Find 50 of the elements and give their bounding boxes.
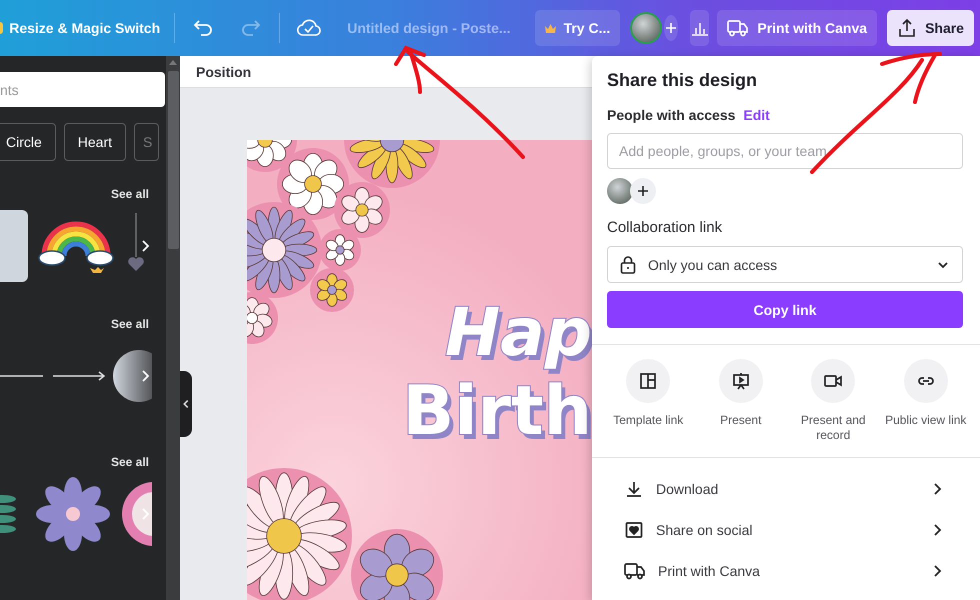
share-action-button[interactable]: Public view link: [880, 359, 972, 443]
filter-chip[interactable]: Heart: [64, 123, 126, 161]
print-button[interactable]: Print with Canva: [717, 10, 878, 46]
people-label: People with access: [607, 107, 736, 123]
truck-icon: [624, 562, 646, 580]
access-dropdown[interactable]: Only you can access: [607, 246, 963, 283]
arrow-line-thumbnail[interactable]: [52, 371, 106, 381]
share-action-button[interactable]: Template link: [602, 359, 694, 443]
copy-link-button[interactable]: Copy link: [607, 291, 963, 328]
presentation-icon: [730, 371, 751, 391]
share-action-button[interactable]: Present and record: [787, 359, 880, 443]
scroll-thumb[interactable]: [168, 71, 178, 249]
lock-icon: [620, 256, 636, 274]
collapse-panel-handle[interactable]: [180, 371, 192, 437]
share-menu-item[interactable]: Print with Canva: [592, 550, 980, 591]
bar-chart-icon: [690, 20, 709, 36]
upload-icon: [897, 18, 918, 38]
scroll-up-icon: [169, 60, 177, 65]
crown-icon: [544, 24, 556, 32]
add-collaborator-button[interactable]: [664, 15, 678, 41]
user-avatar[interactable]: [630, 12, 662, 44]
add-people-button[interactable]: [630, 178, 656, 204]
share-menu-item[interactable]: Share on social: [592, 509, 980, 550]
scrollbar[interactable]: [166, 56, 180, 600]
people-field[interactable]: Add people, groups, or your team: [607, 133, 963, 169]
insights-button[interactable]: [690, 10, 710, 46]
share-button[interactable]: Share: [887, 10, 974, 46]
see-all-link[interactable]: See all: [110, 455, 149, 469]
undo-icon: [192, 19, 215, 37]
position-button[interactable]: Position: [196, 64, 252, 80]
user-avatar[interactable]: [607, 178, 633, 204]
collab-label: Collaboration link: [607, 219, 724, 236]
circle-thumbnail[interactable]: [112, 349, 152, 403]
cloud-check-icon: [297, 18, 322, 38]
share-menu-item[interactable]: Download: [592, 468, 980, 509]
shape-thumbnail[interactable]: [0, 210, 30, 282]
edit-link[interactable]: Edit: [743, 107, 770, 123]
layout-icon: [638, 371, 658, 391]
heart-square-icon: [624, 520, 644, 540]
panel-title: Share this design: [607, 70, 758, 91]
search-field[interactable]: nts: [0, 72, 165, 107]
share-action-button[interactable]: Present: [694, 359, 787, 443]
try-pro-button[interactable]: Try C...: [534, 10, 620, 46]
plus-icon: [665, 22, 678, 34]
filter-chip[interactable]: Circle: [0, 123, 56, 161]
plus-icon: [637, 185, 649, 197]
see-all-link[interactable]: See all: [110, 187, 149, 201]
see-all-link[interactable]: See all: [110, 317, 149, 331]
truck-icon: [727, 19, 750, 37]
flower-sticker[interactable]: [36, 477, 110, 551]
